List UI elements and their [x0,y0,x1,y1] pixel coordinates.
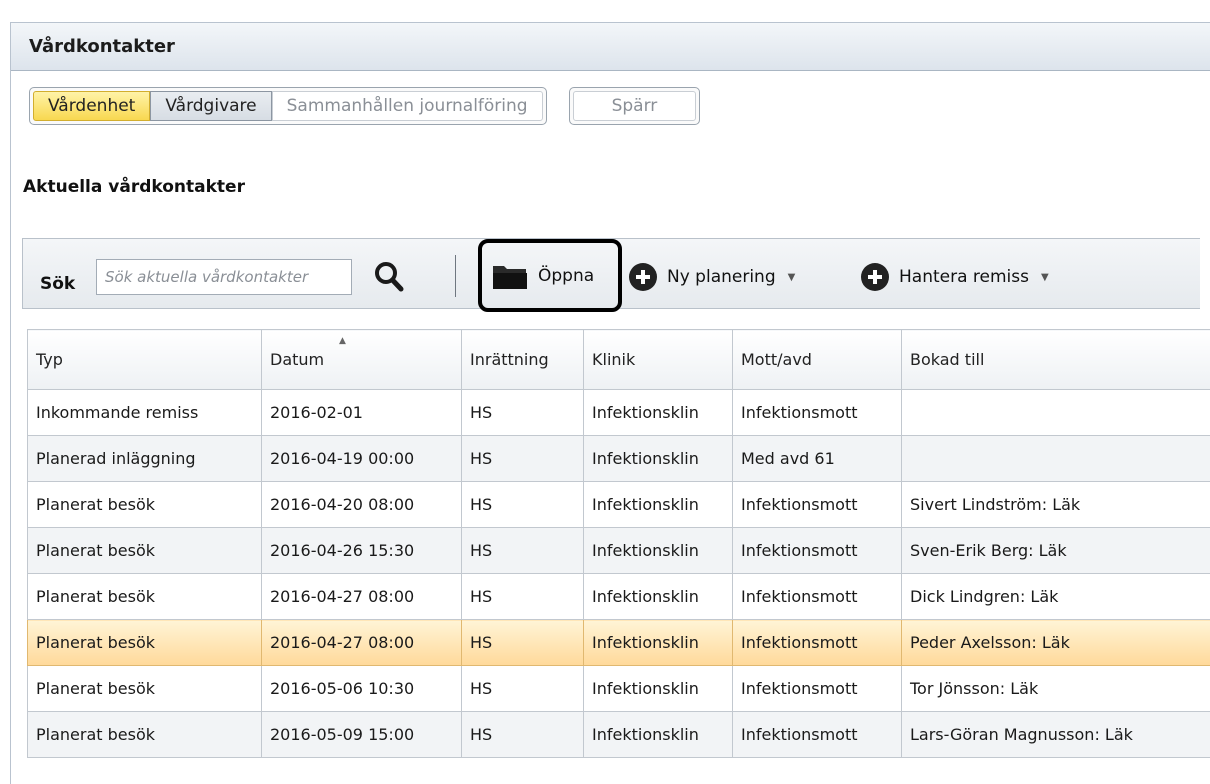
hantera-remiss-label: Hantera remiss [899,267,1029,287]
column-header-datum-label: Datum [270,350,324,369]
magnifier-icon [373,259,405,295]
cell-mott-avd: Infektionsmott [733,712,902,758]
cell-klinik: Infektionsklin [584,574,733,620]
cell-typ: Planerat besök [28,666,262,712]
cell-inrattning: HS [462,528,584,574]
cell-mott-avd: Infektionsmott [733,390,902,436]
cell-mott-avd: Med avd 61 [733,436,902,482]
tab-vardenhet[interactable]: Vårdenhet [33,91,150,121]
folder-icon [492,261,528,291]
section-title: Aktuella vårdkontakter [23,177,245,197]
cell-datum: 2016-04-20 08:00 [262,482,462,528]
cell-datum: 2016-05-09 15:00 [262,712,462,758]
cell-klinik: Infektionsklin [584,528,733,574]
cell-typ: Planerat besök [28,482,262,528]
cell-typ: Planerat besök [28,712,262,758]
table-row[interactable]: Planerat besök 2016-04-26 15:30 HS Infek… [28,528,1210,574]
cell-datum: 2016-04-27 08:00 [262,620,462,666]
cell-bokad-till: Lars-Göran Magnusson: Läk [902,712,1210,758]
cell-datum: 2016-04-19 00:00 [262,436,462,482]
caret-down-icon: ▼ [788,272,796,283]
search-button[interactable] [373,259,405,295]
cell-bokad-till: Peder Axelsson: Läk [902,620,1210,666]
cell-inrattning: HS [462,436,584,482]
view-tabs: Vårdenhet Vårdgivare Sammanhållen journa… [29,87,700,125]
column-header-klinik[interactable]: Klinik [584,330,733,390]
cell-typ: Planerat besök [28,620,262,666]
cell-inrattning: HS [462,666,584,712]
cell-bokad-till: Tor Jönsson: Läk [902,666,1210,712]
ny-planering-label: Ny planering [667,267,776,287]
search-input[interactable] [96,259,352,295]
cell-datum: 2016-05-06 10:30 [262,666,462,712]
cell-bokad-till: Dick Lindgren: Läk [902,574,1210,620]
caret-down-icon: ▼ [1041,272,1049,283]
cell-mott-avd: Infektionsmott [733,666,902,712]
toolbar-separator [455,255,456,297]
cell-klinik: Infektionsklin [584,436,733,482]
table-row[interactable]: Inkommande remiss 2016-02-01 HS Infektio… [28,390,1210,436]
cell-mott-avd: Infektionsmott [733,574,902,620]
table-row[interactable]: Planerad inläggning 2016-04-19 00:00 HS … [28,436,1210,482]
window-title: Vårdkontakter [29,36,175,57]
cell-klinik: Infektionsklin [584,390,733,436]
cell-bokad-till [902,390,1210,436]
title-bar: Vårdkontakter [11,23,1210,71]
sparr-button[interactable]: Spärr [573,91,697,121]
column-header-inrattning[interactable]: Inrättning [462,330,584,390]
cell-datum: 2016-02-01 [262,390,462,436]
cell-mott-avd: Infektionsmott [733,482,902,528]
cell-klinik: Infektionsklin [584,712,733,758]
table-row[interactable]: Planerat besök 2016-04-27 08:00 HS Infek… [28,574,1210,620]
table-row[interactable]: Planerat besök 2016-05-09 15:00 HS Infek… [28,712,1210,758]
column-header-typ[interactable]: Typ [28,330,262,390]
cell-datum: 2016-04-27 08:00 [262,574,462,620]
cell-inrattning: HS [462,390,584,436]
cell-klinik: Infektionsklin [584,620,733,666]
cell-mott-avd: Infektionsmott [733,620,902,666]
column-header-datum[interactable]: ▲ Datum [262,330,462,390]
tab-group: Vårdenhet Vårdgivare Sammanhållen journa… [29,87,547,125]
tab-vardgivare[interactable]: Vårdgivare [150,91,271,121]
cell-inrattning: HS [462,574,584,620]
cell-typ: Inkommande remiss [28,390,262,436]
cell-typ: Planerad inläggning [28,436,262,482]
plus-circle-icon [861,263,889,291]
sparr-button-frame: Spärr [569,87,701,125]
table-row[interactable]: Planerat besök 2016-04-20 08:00 HS Infek… [28,482,1210,528]
sort-ascending-icon: ▲ [339,336,346,346]
column-header-bokad-till[interactable]: Bokad till [902,330,1210,390]
cell-typ: Planerat besök [28,574,262,620]
cell-datum: 2016-04-26 15:30 [262,528,462,574]
table-row[interactable]: Planerat besök 2016-05-06 10:30 HS Infek… [28,666,1210,712]
cell-bokad-till: Sivert Lindström: Läk [902,482,1210,528]
cell-inrattning: HS [462,482,584,528]
cell-klinik: Infektionsklin [584,482,733,528]
cell-klinik: Infektionsklin [584,666,733,712]
vardkontakter-table: Typ ▲ Datum Inrättning Klinik Mott/avd B… [27,329,1210,758]
tab-sammanhallen-journalforing[interactable]: Sammanhållen journalföring [272,91,543,121]
column-header-mott-avd[interactable]: Mott/avd [733,330,902,390]
cell-mott-avd: Infektionsmott [733,528,902,574]
hantera-remiss-button[interactable]: Hantera remiss ▼ [861,259,1049,295]
search-label: Sök [40,274,75,294]
ny-planering-button[interactable]: Ny planering ▼ [629,259,795,295]
open-button[interactable]: Öppna [478,239,622,312]
table-row-selected[interactable]: Planerat besök 2016-04-27 08:00 HS Infek… [28,620,1210,666]
cell-bokad-till [902,436,1210,482]
cell-inrattning: HS [462,620,584,666]
plus-circle-icon [629,263,657,291]
cell-typ: Planerat besök [28,528,262,574]
cell-inrattning: HS [462,712,584,758]
toolbar: Sök Öppna Ny planering ▼ Hantera remiss … [22,238,1200,309]
table-header-row: Typ ▲ Datum Inrättning Klinik Mott/avd B… [28,330,1210,390]
cell-bokad-till: Sven-Erik Berg: Läk [902,528,1210,574]
open-button-label: Öppna [538,266,594,286]
